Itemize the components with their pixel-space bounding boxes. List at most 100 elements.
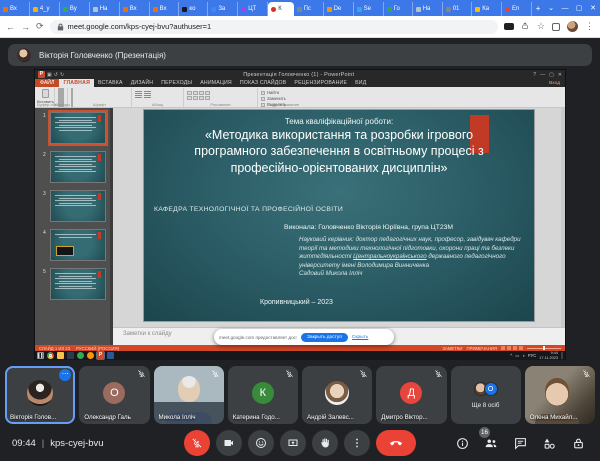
browser-tab[interactable]: На [90, 2, 120, 16]
ribbon-tab-home[interactable]: ГЛАВНАЯ [59, 79, 94, 87]
ppt-close-button[interactable]: ✕ [558, 72, 562, 78]
slide-thumbnail-1[interactable]: 1 [50, 112, 106, 144]
ribbon-tab-design[interactable]: ДИЗАЙН [127, 79, 158, 87]
hide-sharing-bar-link[interactable]: Скрыть [352, 335, 368, 340]
tray-volume-icon[interactable]: ◖ [522, 353, 525, 358]
word-taskbar-icon[interactable] [107, 352, 114, 359]
raise-hand-button[interactable] [312, 430, 338, 456]
browser-tab[interactable]: Го [384, 2, 413, 16]
tab-search-icon[interactable]: ⌄ [544, 4, 558, 12]
new-tab-button[interactable]: + [532, 2, 544, 16]
meeting-details-button[interactable] [454, 435, 470, 451]
view-mode-buttons[interactable] [501, 346, 523, 350]
sign-in-link[interactable]: Вход [544, 79, 565, 87]
browser-tab[interactable]: На [413, 2, 443, 16]
zoom-slider[interactable] [527, 348, 561, 349]
address-bar[interactable]: meet.google.com/kps-cyej-bvu?authuser=1 [50, 20, 498, 34]
ribbon-tab-review[interactable]: РЕЦЕНЗИРОВАНИЕ [290, 79, 351, 87]
tray-clock[interactable]: 9:4417.11.2023 [539, 351, 558, 359]
ribbon-tab-transitions[interactable]: ПЕРЕХОДЫ [157, 79, 196, 87]
share-icon[interactable] [521, 22, 530, 31]
browser-tab[interactable]: ЦТ [238, 2, 268, 16]
explorer-taskbar-icon[interactable] [57, 352, 64, 359]
ribbon-tab-view[interactable]: ВИД [351, 79, 370, 87]
status-comments-button[interactable]: ПРИМЕЧАНИЯ [466, 346, 497, 351]
host-controls-button[interactable] [570, 435, 586, 451]
mail-taskbar-icon[interactable] [67, 352, 74, 359]
slide-thumbnail-pane[interactable]: 1 2 3 4 [35, 108, 113, 345]
browser-tab[interactable]: За [208, 2, 238, 16]
browser-tab[interactable]: Пс [294, 2, 324, 16]
tray-chevron-icon[interactable]: ^ [510, 353, 512, 358]
firefox-taskbar-icon[interactable] [87, 352, 94, 359]
browser-tab[interactable]: 4_у [30, 2, 60, 16]
browser-tab[interactable]: Ву [60, 2, 90, 16]
present-screen-button[interactable] [280, 430, 306, 456]
reactions-button[interactable] [248, 430, 274, 456]
browser-tab-active-meet[interactable]: К [268, 2, 293, 16]
show-desktop-sliver[interactable] [561, 352, 563, 359]
replace-button[interactable]: Заменить [261, 96, 286, 101]
status-notes-button[interactable]: ЗАМЕТКИ [442, 346, 462, 351]
participant-tile-oleksandr[interactable]: О Олександр Галь [79, 366, 149, 424]
back-icon[interactable]: ← [6, 22, 15, 32]
tray-language[interactable]: РУС [528, 353, 536, 358]
profile-avatar[interactable] [567, 21, 578, 32]
participant-tile-kateryna[interactable]: К Катерина Годо... [228, 366, 298, 424]
browser-menu-icon[interactable]: ⋮ [585, 21, 594, 32]
browser-tab[interactable]: Вх [0, 2, 30, 16]
chrome-taskbar-icon[interactable] [47, 352, 54, 359]
more-options-button[interactable] [344, 430, 370, 456]
ribbon-tab-insert[interactable]: ВСТАВКА [94, 79, 127, 87]
reload-icon[interactable]: ⟳ [36, 21, 44, 32]
undo-icon[interactable]: ↺ [54, 72, 58, 78]
ppt-minimize-button[interactable]: — [540, 72, 545, 78]
browser-tab[interactable]: Вх [120, 2, 150, 16]
browser-tab[interactable]: Вх [150, 2, 180, 16]
browser-tab[interactable]: 01 [443, 2, 473, 16]
participant-tile-overflow[interactable]: О Ще 8 осіб [451, 366, 521, 424]
browser-tab[interactable]: De [324, 2, 354, 16]
activities-button[interactable] [541, 435, 557, 451]
slide-thumbnail-2[interactable]: 2 [50, 151, 106, 183]
chat-button[interactable] [512, 435, 528, 451]
ribbon-tab-file[interactable]: ФАЙЛ [35, 79, 59, 87]
tile-menu-button[interactable]: ⋯ [59, 369, 71, 381]
status-language[interactable]: РУССКИЙ (РОССИЯ) [76, 346, 119, 351]
list-buttons[interactable] [144, 91, 151, 98]
ribbon-tab-slideshow[interactable]: ПОКАЗ СЛАЙДОВ [236, 79, 291, 87]
slide-canvas[interactable]: Тема кваліфікаційної роботи: «Методика в… [113, 108, 565, 327]
bookmark-star-icon[interactable]: ☆ [537, 21, 545, 32]
end-call-button[interactable] [376, 430, 416, 456]
ribbon-tab-animations[interactable]: АНИМАЦИЯ [196, 79, 236, 87]
browser-tab[interactable]: En [502, 2, 532, 16]
align-buttons[interactable] [135, 91, 142, 98]
side-panel-icon[interactable] [552, 23, 560, 31]
slide-thumbnail-4[interactable]: 4 [50, 229, 106, 261]
participants-button[interactable]: 16 [483, 435, 499, 451]
camera-toggle-button[interactable] [216, 430, 242, 456]
participant-tile-dmytro[interactable]: Д Дмитро Віктор... [376, 366, 446, 424]
slide-scrollbar[interactable] [561, 108, 565, 327]
browser-tab[interactable]: Se [354, 2, 384, 16]
mic-toggle-button[interactable] [184, 430, 210, 456]
participant-tile-viktoriia[interactable]: ⋯ Вікторія Голов... [5, 366, 75, 424]
slide-thumbnail-3[interactable]: 3 [50, 190, 106, 222]
ppt-restore-button[interactable]: ▢ [549, 72, 554, 78]
app-taskbar-icon[interactable] [77, 352, 84, 359]
close-button[interactable]: ✕ [586, 4, 600, 12]
tray-network-icon[interactable]: ▭ [515, 353, 519, 358]
start-button-icon[interactable] [37, 352, 44, 359]
browser-tab[interactable]: ко [179, 2, 208, 16]
participant-tile-olena[interactable]: Олена Михайл... [525, 366, 595, 424]
slide-thumbnail-5[interactable]: 5 [50, 268, 106, 300]
find-button[interactable]: Найти [261, 90, 286, 95]
powerpoint-taskbar-icon[interactable]: P [97, 352, 104, 359]
screen-share-indicator-icon[interactable] [504, 23, 514, 30]
stop-sharing-button[interactable]: Закрыть доступ [301, 333, 348, 342]
shared-screen-powerpoint[interactable]: P ▣ ↺ ↻ Презентація Головченко (1) - Pow… [35, 70, 565, 359]
maximize-button[interactable]: ▢ [572, 4, 586, 12]
minimize-button[interactable]: — [558, 5, 572, 12]
browser-tab[interactable]: Ка [472, 2, 502, 16]
forward-icon[interactable]: → [21, 22, 30, 32]
